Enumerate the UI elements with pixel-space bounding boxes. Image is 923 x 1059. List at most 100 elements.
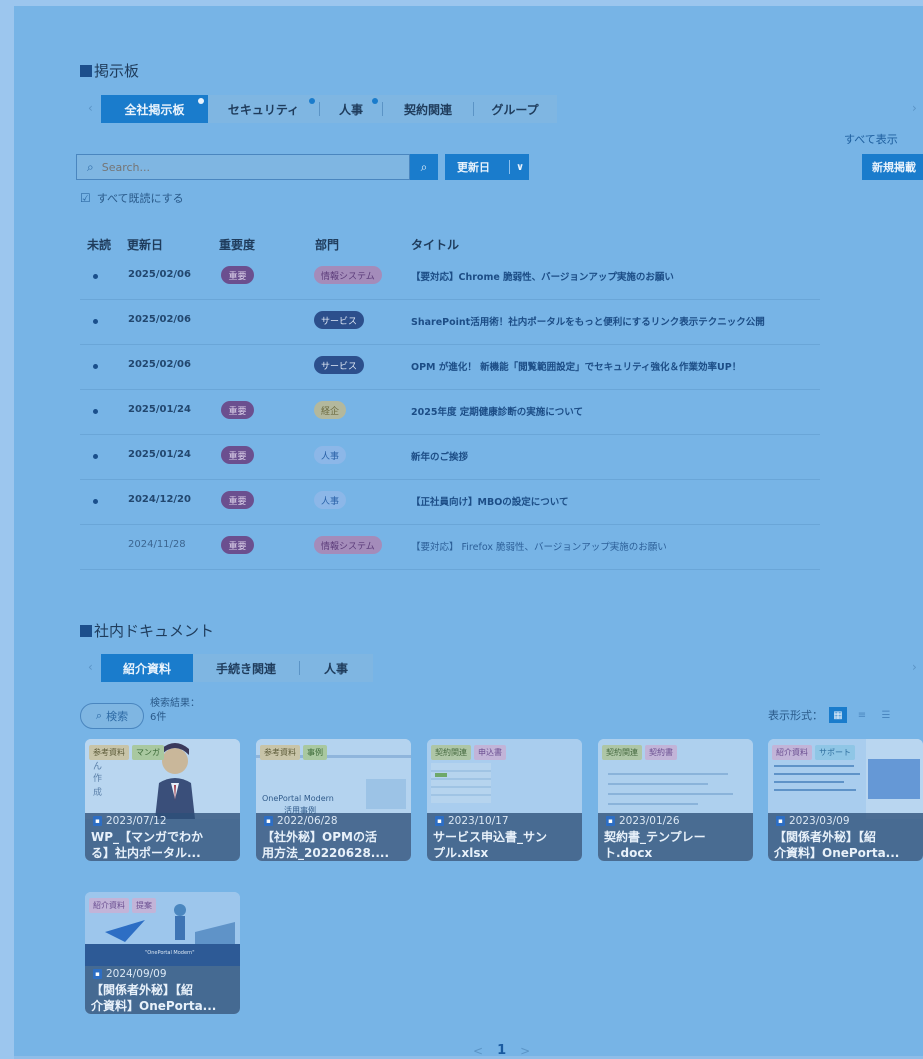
row-title-link[interactable]: 【要対応】 Firefox 脆弱性、バージョンアップ実施のお願い bbox=[411, 539, 667, 553]
doc-title[interactable]: 契約書_テンプレー ト.docx bbox=[604, 829, 750, 861]
bulletin-heading-text: 掲示板 bbox=[94, 62, 140, 80]
search-input[interactable] bbox=[99, 159, 394, 175]
bulletin-heading: 掲示板 bbox=[80, 60, 139, 81]
row-title-link[interactable]: 2025年度 定期健康診断の実施について bbox=[411, 404, 583, 418]
row-divider bbox=[80, 299, 820, 300]
doc-date: ▪ 2022/06/28 bbox=[264, 815, 338, 827]
mark-all-read-link[interactable]: ☑ すべて既読にする bbox=[80, 190, 184, 206]
col-dept[interactable]: 部門 bbox=[315, 236, 339, 253]
next-page-button[interactable]: > bbox=[520, 1044, 530, 1058]
col-title[interactable]: タイトル bbox=[411, 236, 459, 253]
tab-label: 全社掲示板 bbox=[124, 102, 185, 117]
doc-title[interactable]: 【関係者外秘】【紹 介資料】OnePorta... bbox=[91, 982, 237, 1014]
document-card[interactable]: 契約関連 申込書 ▪ 2023/10/17 サービス申込書_サン プル.xlsx bbox=[427, 739, 582, 861]
detail-list-view-icon[interactable]: ☰ bbox=[877, 707, 895, 723]
search-icon: ⌕ bbox=[420, 159, 428, 174]
document-card[interactable]: "OnePortal Modern" 紹介資料 提案 ▪ 2024/09/09 【関係者外… bbox=[85, 892, 240, 1014]
unread-dot-icon bbox=[93, 319, 98, 324]
importance-badge: 重要 bbox=[221, 446, 254, 464]
tab-group[interactable]: グループ bbox=[474, 95, 556, 123]
doc-tag: 提案 bbox=[132, 898, 156, 913]
result-count-value: 6件 bbox=[150, 712, 167, 723]
doc-tabs-next-chevron-icon[interactable]: › bbox=[912, 660, 917, 674]
tab-intro-materials[interactable]: 紹介資料 bbox=[101, 654, 193, 682]
row-date: 2024/11/28 bbox=[128, 539, 186, 550]
document-card[interactable]: ん作成 参考資料 マンガ ▪ 2023/07/12 WP_【マンガでわか る】社内ポータル… bbox=[85, 739, 240, 861]
heading-square-icon bbox=[80, 64, 92, 77]
tab-hr[interactable]: 人事 bbox=[320, 95, 382, 123]
row-divider bbox=[80, 344, 820, 345]
doc-tabs-prev-chevron-icon[interactable]: ‹ bbox=[88, 660, 93, 674]
tabs-next-chevron-icon[interactable]: › bbox=[912, 101, 917, 115]
dept-badge: 情報システム bbox=[314, 266, 382, 284]
result-count: 検索結果： 6件 bbox=[150, 697, 200, 725]
document-card[interactable]: 契約関連 契約書 ▪ 2023/01/26 契約書_テンプレー ト.docx bbox=[598, 739, 753, 861]
grid-view-icon[interactable]: ▦ bbox=[829, 707, 847, 723]
doc-date-text: 2023/10/17 bbox=[448, 815, 509, 827]
doc-search-button[interactable]: ⌕ 検索 bbox=[80, 703, 144, 729]
result-label: 検索結果： bbox=[150, 698, 200, 709]
doc-tag: 事例 bbox=[303, 745, 327, 760]
tab-doc-hr[interactable]: 人事 bbox=[300, 654, 372, 682]
list-view-icon[interactable]: ≡ bbox=[853, 707, 871, 723]
doc-tags: 紹介資料 サポート bbox=[772, 745, 855, 760]
document-card[interactable]: OnePortal Modern 活用事例 参考資料 事例 ▪ 2022/06/28 【社外… bbox=[256, 739, 411, 861]
tabs-prev-chevron-icon[interactable]: ‹ bbox=[88, 101, 93, 115]
doc-tag: 契約関連 bbox=[431, 745, 471, 760]
col-importance[interactable]: 重要度 bbox=[219, 236, 255, 253]
table-row[interactable]: 2025/02/06 重要 情報システム 【要対応】Chrome 脆弱性、バージョンア… bbox=[80, 256, 923, 300]
row-divider bbox=[80, 569, 820, 570]
tab-all-company[interactable]: 全社掲示板 bbox=[101, 95, 208, 123]
row-title-link[interactable]: 【正社員向け】MBOの設定について bbox=[411, 494, 569, 508]
table-row[interactable]: 2025/01/24 重要 人事 新年のご挨拶 bbox=[80, 436, 923, 480]
doc-tag: 参考資料 bbox=[89, 745, 129, 760]
see-all-link[interactable]: すべて表示 bbox=[844, 131, 898, 147]
row-date: 2025/02/06 bbox=[128, 314, 191, 325]
doc-title[interactable]: サービス申込書_サン プル.xlsx bbox=[433, 829, 579, 861]
col-unread[interactable]: 未読 bbox=[87, 236, 111, 253]
table-row[interactable]: 2024/12/20 重要 人事 【正社員向け】MBOの設定について bbox=[80, 481, 923, 525]
tab-procedures[interactable]: 手続き関連 bbox=[193, 654, 299, 682]
row-date: 2025/01/24 bbox=[128, 404, 191, 415]
unread-dot-icon bbox=[93, 499, 98, 504]
new-post-button[interactable]: 新規掲載 bbox=[862, 154, 923, 180]
bulletin-search: ⌕ bbox=[76, 154, 410, 180]
prev-page-button[interactable]: < bbox=[473, 1044, 483, 1058]
doc-date-text: 2024/09/09 bbox=[106, 968, 167, 980]
col-date[interactable]: 更新日 bbox=[127, 236, 163, 253]
doc-tag: 契約書 bbox=[645, 745, 677, 760]
doc-date: ▪ 2023/01/26 bbox=[606, 815, 680, 827]
new-dot-icon bbox=[309, 98, 315, 104]
tab-security[interactable]: セキュリティ bbox=[208, 95, 319, 123]
row-title-link[interactable]: 新年のご挨拶 bbox=[411, 449, 468, 463]
search-button[interactable]: ⌕ bbox=[410, 154, 438, 180]
unread-dot-icon bbox=[93, 364, 98, 369]
mark-all-read-label: すべて既読にする bbox=[96, 192, 184, 205]
doc-tag: 参考資料 bbox=[260, 745, 300, 760]
row-title-link[interactable]: SharePoint活用術！社内ポータルをもっと便利にするリンク表示テクニック公… bbox=[411, 314, 765, 328]
tab-contract[interactable]: 契約関連 bbox=[383, 95, 473, 123]
documents-heading: 社内ドキュメント bbox=[80, 620, 214, 641]
row-title-link[interactable]: OPM が進化！ 新機能「閲覧範囲設定」でセキュリティ強化＆作業効率UP！ bbox=[411, 359, 741, 373]
bulletin-tabs: 全社掲示板 セキュリティ 人事 契約関連 グループ bbox=[101, 95, 557, 123]
table-row[interactable]: 2024/11/28 重要 情報システム 【要対応】 Firefox 脆弱性、バージョ… bbox=[80, 526, 923, 570]
row-divider bbox=[80, 524, 820, 525]
tab-label: 人事 bbox=[323, 661, 348, 676]
doc-date-text: 2023/01/26 bbox=[619, 815, 680, 827]
doc-title[interactable]: 【関係者外秘】【紹 介資料】OnePorta... bbox=[774, 829, 920, 861]
dept-badge: 人事 bbox=[314, 491, 347, 509]
table-row[interactable]: 2025/02/06 サービス OPM が進化！ 新機能「閲覧範囲設定」でセキュリテ… bbox=[80, 346, 923, 390]
importance-badge: 重要 bbox=[221, 266, 254, 284]
document-card[interactable]: 紹介資料 サポート ▪ 2023/03/09 【関係者外秘】【紹 介資料】OnePort… bbox=[768, 739, 923, 861]
table-row[interactable]: 2025/01/24 重要 経企 2025年度 定期健康診断の実施について bbox=[80, 391, 923, 435]
view-mode-switch: 表示形式： ▦ ≡ ☰ bbox=[768, 707, 895, 723]
doc-title[interactable]: 【社外秘】OPMの活 用方法_20220628.... bbox=[262, 829, 408, 861]
current-page[interactable]: 1 bbox=[497, 1043, 506, 1058]
sort-dropdown[interactable]: 更新日 ∨ bbox=[445, 154, 529, 180]
doc-title[interactable]: WP_【マンガでわか る】社内ポータル... bbox=[91, 829, 237, 861]
row-date: 2024/12/20 bbox=[128, 494, 191, 505]
sort-label: 更新日 bbox=[457, 161, 490, 174]
svg-text:ん: ん bbox=[93, 761, 102, 772]
row-title-link[interactable]: 【要対応】Chrome 脆弱性、バージョンアップ実施のお願い bbox=[411, 269, 674, 283]
table-row[interactable]: 2025/02/06 サービス SharePoint活用術！社内ポータルをもっと便利… bbox=[80, 301, 923, 345]
